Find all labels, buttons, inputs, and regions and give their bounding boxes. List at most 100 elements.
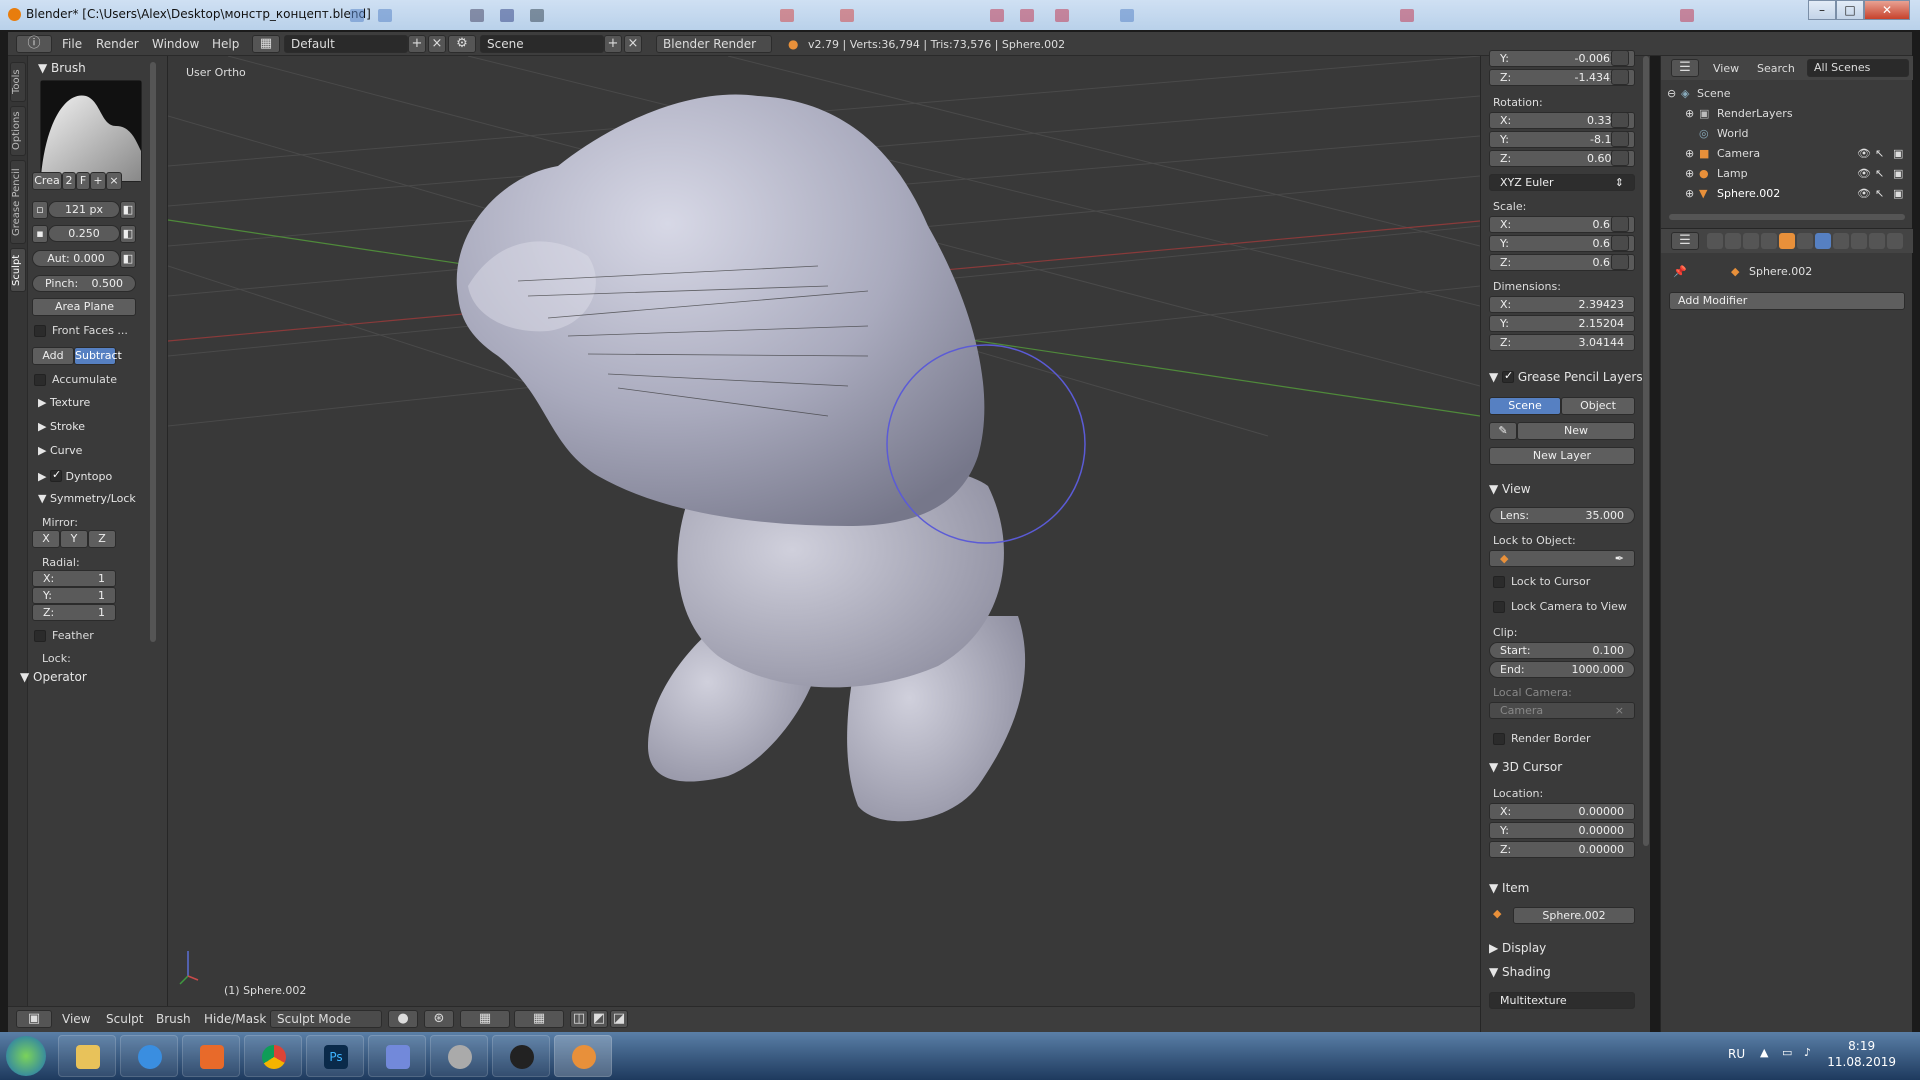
expand-icon[interactable]: ⊕ (1685, 167, 1694, 180)
menu-render[interactable]: Render (96, 37, 139, 51)
outliner-item-renderlayers[interactable]: ⊕ ▣ RenderLayers (1661, 104, 1913, 124)
gp-new-button[interactable]: New (1517, 422, 1635, 440)
lock-icon[interactable]: ▪ (32, 225, 48, 243)
shading-icon[interactable]: ● (388, 1010, 418, 1028)
toolbar-icon[interactable] (1055, 9, 1069, 22)
tab-sculpt[interactable]: Sculpt (10, 248, 26, 292)
taskbar-blender[interactable] (554, 1035, 612, 1077)
lock-icon[interactable] (1611, 235, 1629, 251)
outliner-filter-dropdown[interactable]: All Scenes (1807, 59, 1909, 77)
menu-sculpt[interactable]: Sculpt (106, 1012, 143, 1026)
menu-view[interactable]: View (62, 1012, 90, 1026)
toolbar-icon[interactable] (990, 9, 1004, 22)
lock-icon[interactable] (1611, 50, 1629, 66)
pressure-icon[interactable]: ◧ (120, 201, 136, 219)
toolbar-icon[interactable] (378, 9, 392, 22)
cursor-icon[interactable]: ↖ (1875, 187, 1884, 200)
toolbar-icon[interactable] (470, 9, 484, 22)
editor-type-button[interactable]: ☰ (1671, 232, 1699, 250)
symmetry-panel-header[interactable]: ▼ Symmetry/Lock (38, 492, 136, 505)
gp-scene-button[interactable]: Scene (1489, 397, 1561, 415)
material-tab-icon[interactable] (1851, 233, 1867, 249)
brush-fake-user[interactable]: F (76, 172, 90, 190)
eye-icon[interactable]: 👁 (1857, 167, 1871, 180)
dimension-z-field[interactable]: Z: 3.04144 (1489, 334, 1635, 351)
texture-panel-header[interactable]: ▶ Texture (38, 396, 90, 409)
mode-dropdown[interactable]: Sculpt Mode (270, 1010, 382, 1028)
outliner-menu-view[interactable]: View (1713, 62, 1739, 75)
toolbar-icon[interactable] (530, 9, 544, 22)
lock-icon[interactable] (1611, 254, 1629, 270)
taskbar-ie[interactable] (120, 1035, 178, 1077)
tab-grease-pencil[interactable]: Grease Pencil (10, 160, 26, 244)
menu-help[interactable]: Help (212, 37, 239, 51)
layers-icon[interactable]: ▦ (514, 1010, 564, 1028)
dimension-x-field[interactable]: X: 2.39423 (1489, 296, 1635, 313)
toolbar-icon[interactable] (1020, 9, 1034, 22)
add-modifier-dropdown[interactable]: Add Modifier (1669, 292, 1905, 310)
toolbar-icon[interactable] (1680, 9, 1694, 22)
collapse-icon[interactable]: ⊖ (1667, 87, 1676, 100)
eyedropper-icon[interactable]: ✒ (1615, 551, 1624, 566)
remove-brush-button[interactable]: × (106, 172, 122, 190)
taskbar-media[interactable] (182, 1035, 240, 1077)
lens-field[interactable]: Lens: 35.000 (1489, 507, 1635, 524)
npanel-scrollbar[interactable] (1643, 56, 1649, 846)
screen-layout-field[interactable]: Default (284, 35, 408, 53)
cursor-x-field[interactable]: X: 0.00000 (1489, 803, 1635, 820)
pressure-icon[interactable]: ◧ (120, 225, 136, 243)
render-icon[interactable]: ◫ (570, 1010, 588, 1028)
render-border-checkbox[interactable] (1493, 733, 1505, 745)
radial-x-field[interactable]: X: 1 (32, 570, 116, 587)
outliner-item-sphere[interactable]: ⊕ ▼ Sphere.002 👁 ↖ ▣ (1661, 184, 1913, 204)
menu-file[interactable]: File (62, 37, 82, 51)
toolbar-icon[interactable] (1400, 9, 1414, 22)
lock-camera-checkbox[interactable] (1493, 601, 1505, 613)
tab-tools[interactable]: Tools (10, 62, 26, 102)
eye-icon[interactable]: 👁 (1857, 187, 1871, 200)
object-tab-icon[interactable] (1779, 233, 1795, 249)
brush-users[interactable]: 2 (62, 172, 76, 190)
render-icon[interactable]: ▣ (1893, 147, 1903, 160)
toolshelf-scrollbar[interactable] (150, 62, 156, 642)
camera-icon[interactable]: ◩ (590, 1010, 608, 1028)
dyntopo-checkbox[interactable] (49, 468, 62, 482)
cursor-icon[interactable]: ↖ (1875, 167, 1884, 180)
shading-panel-header[interactable]: ▼ Shading (1489, 965, 1551, 979)
eye-icon[interactable]: 👁 (1857, 147, 1871, 160)
taskbar-explorer[interactable] (58, 1035, 116, 1077)
cursor3d-panel-header[interactable]: ▼ 3D Cursor (1489, 760, 1562, 774)
maximize-button[interactable]: □ (1836, 0, 1864, 20)
texture-tab-icon[interactable] (1869, 233, 1885, 249)
radial-y-field[interactable]: Y: 1 (32, 587, 116, 604)
lock-icon[interactable] (1611, 216, 1629, 232)
menu-brush[interactable]: Brush (156, 1012, 191, 1026)
cursor-y-field[interactable]: Y: 0.00000 (1489, 822, 1635, 839)
editor-type-button[interactable]: ☰ (1671, 59, 1699, 77)
front-faces-checkbox[interactable] (34, 325, 46, 337)
render-icon[interactable]: ▣ (1893, 167, 1903, 180)
outliner-item-lamp[interactable]: ⊕ ● Lamp 👁 ↖ ▣ (1661, 164, 1913, 184)
clip-start-field[interactable]: Start: 0.100 (1489, 642, 1635, 659)
clip-end-field[interactable]: End: 1000.000 (1489, 661, 1635, 678)
tab-options[interactable]: Options (10, 106, 26, 156)
pencil-icon[interactable]: ✎ (1489, 422, 1517, 440)
lock-to-cursor-checkbox[interactable] (1493, 576, 1505, 588)
menu-window[interactable]: Window (152, 37, 199, 51)
view-panel-header[interactable]: ▼ View (1489, 482, 1531, 496)
tray-arrow-icon[interactable]: ▲ (1760, 1046, 1768, 1059)
pressure-icon[interactable]: ◧ (120, 250, 136, 268)
layout-icon[interactable]: ▦ (252, 35, 280, 53)
toolbar-icon[interactable] (780, 9, 794, 22)
render-layers-tab-icon[interactable] (1725, 233, 1741, 249)
radial-z-field[interactable]: Z: 1 (32, 604, 116, 621)
subtract-direction-button[interactable]: Subtract (74, 347, 122, 365)
add-direction-button[interactable]: Add (32, 347, 74, 365)
render-tab-icon[interactable] (1707, 233, 1723, 249)
volume-icon[interactable]: ♪ (1804, 1046, 1811, 1059)
lock-icon[interactable]: ▫ (32, 201, 48, 219)
menu-hide-mask[interactable]: Hide/Mask (204, 1012, 266, 1026)
operator-panel-header[interactable]: ▼ Operator (20, 670, 87, 684)
viewport-canvas[interactable] (168, 56, 1480, 1006)
close-button[interactable]: ✕ (1864, 0, 1910, 20)
